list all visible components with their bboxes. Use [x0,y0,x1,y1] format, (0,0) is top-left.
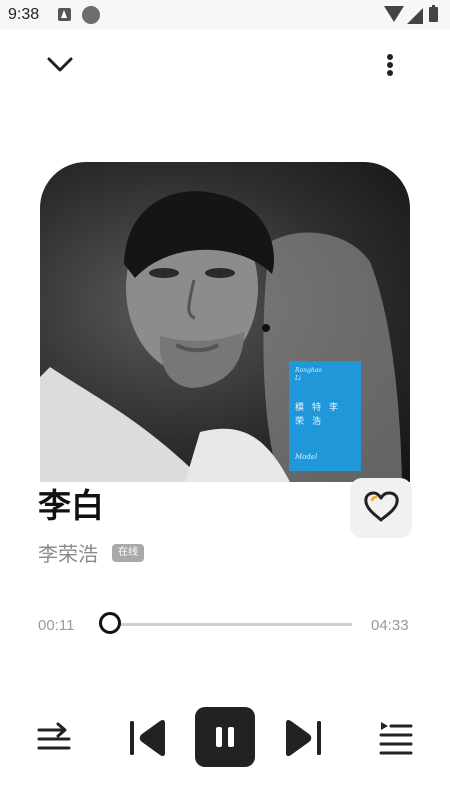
pause-icon [216,727,234,747]
playlist-button[interactable] [376,718,416,758]
heart-outline-icon [364,491,399,522]
next-button[interactable] [280,717,324,759]
status-time: 9:38 [8,6,40,23]
circle-notification-icon [82,6,100,24]
card-top-text: Ronghao Li [295,367,322,383]
total-time: 04:33 [371,617,409,634]
collapse-button[interactable] [40,48,80,82]
a-notification-icon [58,8,71,21]
skip-previous-icon [130,719,165,757]
previous-button[interactable] [127,717,171,759]
album-cover-card: Ronghao Li 模特李荣浩 Model [289,361,361,471]
progress-thumb[interactable] [99,612,122,634]
album-art: Ronghao Li 模特李荣浩 Model [40,162,410,482]
chevron-down-icon [47,57,73,72]
skip-next-icon [286,719,321,757]
song-title: 李白 [38,486,104,525]
wifi-icon [384,6,404,22]
artist-name[interactable]: 李荣浩 [38,540,98,568]
favorite-button[interactable] [350,478,412,538]
progress-track[interactable] [99,612,352,634]
cell-signal-icon [407,8,423,24]
card-top-line-1: Ronghao [295,367,322,374]
more-vertical-dot [387,70,393,76]
play-order-icon [37,722,71,750]
status-right-icons [384,5,442,24]
playlist-icon [379,722,413,755]
battery-icon [429,5,438,22]
music-player-screen: 9:38 Ronghao Li 模特李荣浩 Model 李白 李荣浩 在线 00… [0,0,450,800]
card-main-text: 模特李荣浩 [295,403,347,427]
current-time: 00:11 [38,617,75,634]
online-badge: 在线 [112,544,144,562]
card-top-line-2: Li [295,375,301,382]
card-bottom-text: Model [295,453,318,461]
play-mode-button[interactable] [34,718,74,758]
more-vertical-icon [387,54,393,60]
status-bar: 9:38 [0,0,450,30]
more-options-button[interactable] [374,46,406,84]
more-vertical-dot [387,62,393,68]
pause-button[interactable] [195,707,255,767]
